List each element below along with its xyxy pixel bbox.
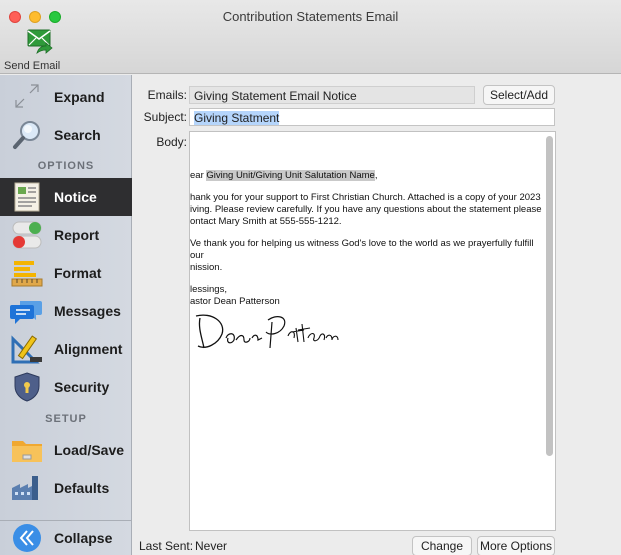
sidebar-label-format: Format bbox=[54, 265, 102, 281]
last-sent-value: Never bbox=[195, 539, 228, 553]
emails-label: Emails: bbox=[147, 88, 187, 102]
sidebar-item-load-save[interactable]: Load/Save bbox=[0, 431, 132, 469]
shield-lock-icon bbox=[14, 372, 40, 402]
subject-input[interactable]: Giving Statment bbox=[189, 108, 555, 126]
merge-field-salutation[interactable]: Giving Unit/Giving Unit Salutation Name bbox=[206, 170, 375, 181]
body-greeting: ear Giving Unit/Giving Unit Salutation N… bbox=[190, 170, 542, 182]
window-title: Contribution Statements Email bbox=[222, 9, 399, 24]
sidebar-label-alignment: Alignment bbox=[54, 341, 123, 357]
sidebar: Expand Search OPTIONS Notice Report Form… bbox=[0, 75, 132, 555]
sidebar-item-collapse[interactable]: Collapse bbox=[0, 519, 132, 555]
body-scrollbar[interactable] bbox=[546, 136, 553, 456]
sidebar-label-collapse: Collapse bbox=[54, 530, 113, 546]
expand-arrows-icon bbox=[15, 84, 39, 108]
change-button[interactable]: Change bbox=[412, 536, 472, 555]
emails-field[interactable]: Giving Statement Email Notice bbox=[189, 86, 475, 104]
more-options-button[interactable]: More Options bbox=[477, 536, 555, 555]
sidebar-label-messages: Messages bbox=[54, 303, 121, 319]
send-email-label: Send Email bbox=[4, 60, 61, 72]
greeting-prefix: ear bbox=[190, 170, 207, 181]
body-closing: lessings, astor Dean Patterson bbox=[190, 284, 280, 307]
sidebar-label-security: Security bbox=[54, 379, 110, 395]
subject-selected-text: Giving Statment bbox=[194, 111, 280, 125]
sidebar-item-search[interactable]: Search bbox=[0, 116, 132, 154]
sidebar-item-expand[interactable]: Expand bbox=[0, 78, 132, 116]
body-text: ear Giving Unit/Giving Unit Salutation N… bbox=[190, 170, 542, 318]
section-header-setup: SETUP bbox=[45, 413, 87, 425]
sidebar-item-security[interactable]: Security bbox=[0, 368, 132, 406]
folder-icon bbox=[12, 441, 42, 462]
sidebar-label-load-save: Load/Save bbox=[54, 442, 125, 458]
body-editor[interactable]: ear Giving Unit/Giving Unit Salutation N… bbox=[189, 131, 556, 531]
sidebar-item-defaults[interactable]: Defaults bbox=[0, 469, 132, 507]
sidebar-item-report[interactable]: Report bbox=[0, 216, 132, 254]
drafting-tools-icon bbox=[11, 335, 42, 364]
title-bar: Contribution Statements Email Send Email bbox=[0, 0, 621, 74]
subject-label: Subject: bbox=[143, 110, 187, 124]
last-sent-label: Last Sent: bbox=[139, 539, 194, 553]
send-email-button[interactable]: Send Email bbox=[4, 28, 70, 72]
sidebar-label-search: Search bbox=[54, 127, 101, 143]
envelope-arrow-icon bbox=[27, 29, 53, 55]
body-paragraph-2: Ve thank you for helping us witness God'… bbox=[190, 238, 534, 273]
sidebar-label-notice: Notice bbox=[54, 189, 97, 205]
sidebar-label-defaults: Defaults bbox=[54, 480, 110, 496]
sidebar-item-messages[interactable]: Messages bbox=[0, 292, 132, 330]
chat-bubbles-icon bbox=[10, 301, 42, 324]
body-label: Body: bbox=[156, 135, 187, 149]
factory-icon bbox=[12, 476, 38, 500]
sidebar-item-format[interactable]: Format bbox=[0, 254, 132, 292]
select-add-button[interactable]: Select/Add bbox=[483, 85, 555, 105]
signature-image bbox=[195, 314, 339, 349]
document-icon bbox=[14, 182, 40, 212]
sidebar-label-report: Report bbox=[54, 227, 100, 243]
sidebar-footer: Collapse bbox=[0, 520, 132, 555]
sidebar-item-alignment[interactable]: Alignment bbox=[0, 330, 132, 368]
sidebar-label-expand: Expand bbox=[54, 89, 105, 105]
sidebar-item-notice[interactable]: Notice bbox=[0, 178, 132, 216]
section-header-options: OPTIONS bbox=[37, 160, 95, 172]
double-chevron-left-icon bbox=[13, 524, 41, 552]
magnifier-icon bbox=[13, 121, 40, 149]
pencil-ruler-icon bbox=[11, 261, 43, 287]
body-paragraph-1: hank you for your support to First Chris… bbox=[190, 192, 542, 227]
toggle-switches-icon bbox=[12, 221, 42, 249]
greeting-suffix: , bbox=[374, 170, 378, 181]
